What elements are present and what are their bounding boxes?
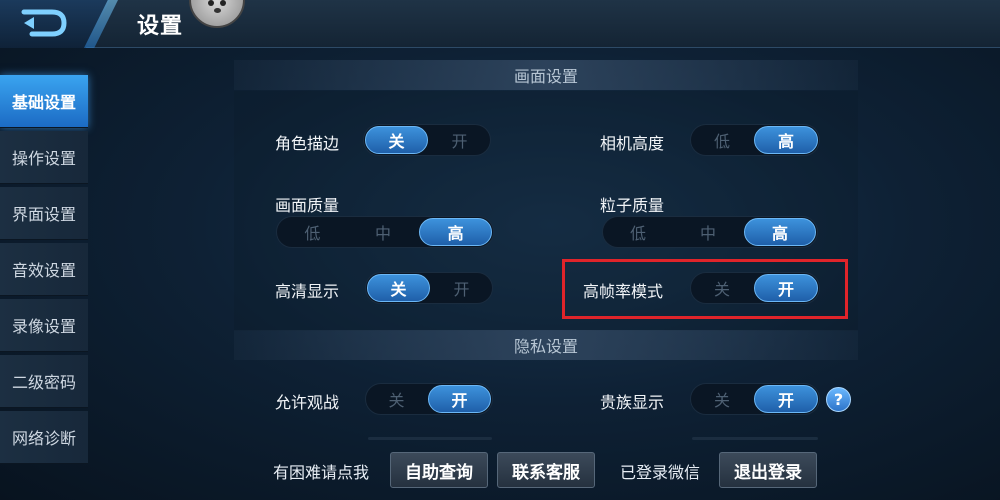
outline-option-off[interactable]: 关: [365, 126, 428, 154]
camera-height-option-low[interactable]: 低: [691, 126, 753, 154]
avatar-eye: [208, 0, 214, 6]
sidebar-item-sound-settings[interactable]: 音效设置: [0, 243, 88, 296]
camera-height-toggle[interactable]: 低 高: [690, 124, 820, 156]
hd-display-option-on[interactable]: 开: [431, 274, 492, 302]
sidebar-item-basic-settings[interactable]: 基础设置: [0, 75, 88, 128]
particle-quality-option-low[interactable]: 低: [603, 218, 673, 246]
page-title: 设置: [137, 14, 184, 39]
top-bar: 设置: [0, 0, 1000, 48]
camera-height-label: 相机高度: [600, 134, 665, 153]
sidebar-item-secondary-password[interactable]: 二级密码: [0, 355, 88, 408]
image-quality-option-medium[interactable]: 中: [348, 218, 419, 246]
sidebar-item-control-settings[interactable]: 操作设置: [0, 131, 88, 184]
image-quality-label: 画面质量: [275, 196, 340, 215]
sidebar-item-network-diagnosis[interactable]: 网络诊断: [0, 411, 88, 464]
wechat-login-status: 已登录微信: [620, 463, 701, 482]
help-text: 有困难请点我: [273, 463, 370, 482]
allow-spectate-toggle[interactable]: 关 开: [365, 383, 493, 415]
particle-quality-toggle[interactable]: 低 中 高: [602, 216, 818, 248]
outline-option-on[interactable]: 开: [429, 126, 490, 154]
particle-quality-option-medium[interactable]: 中: [673, 218, 743, 246]
image-quality-option-high[interactable]: 高: [419, 218, 493, 246]
particle-quality-option-high[interactable]: 高: [744, 218, 816, 246]
allow-spectate-option-on[interactable]: 开: [428, 385, 491, 413]
privacy-section-header: 隐私设置: [234, 330, 858, 360]
high-fps-highlight-box: [562, 259, 848, 319]
hd-display-option-off[interactable]: 关: [367, 274, 430, 302]
display-section-header: 画面设置: [234, 60, 858, 90]
noble-display-label: 贵族显示: [600, 393, 665, 412]
help-icon[interactable]: ?: [826, 387, 851, 412]
allow-spectate-label: 允许观战: [275, 393, 340, 412]
outline-label: 角色描边: [275, 134, 340, 153]
avatar-nose: [214, 8, 221, 13]
avatar[interactable]: [189, 0, 245, 28]
particle-quality-label: 粒子质量: [600, 196, 665, 215]
sidebar: 基础设置 操作设置 界面设置 音效设置 录像设置 二级密码 网络诊断: [0, 75, 88, 467]
sidebar-item-interface-settings[interactable]: 界面设置: [0, 187, 88, 240]
back-arrow-icon: [21, 9, 67, 37]
outline-toggle[interactable]: 关 开: [363, 124, 491, 156]
noble-display-option-on[interactable]: 开: [754, 385, 818, 413]
contact-service-button[interactable]: 联系客服: [497, 452, 595, 488]
camera-height-option-high[interactable]: 高: [754, 126, 818, 154]
logout-button[interactable]: 退出登录: [719, 452, 817, 488]
allow-spectate-option-off[interactable]: 关: [366, 385, 427, 413]
divider: [692, 437, 818, 440]
sidebar-item-replay-settings[interactable]: 录像设置: [0, 299, 88, 352]
self-service-button[interactable]: 自助查询: [390, 452, 488, 488]
image-quality-option-low[interactable]: 低: [277, 218, 348, 246]
image-quality-toggle[interactable]: 低 中 高: [276, 216, 494, 248]
hd-display-toggle[interactable]: 关 开: [365, 272, 493, 304]
noble-display-option-off[interactable]: 关: [691, 385, 753, 413]
avatar-eye: [220, 0, 226, 6]
noble-display-toggle[interactable]: 关 开: [690, 383, 820, 415]
hd-display-label: 高清显示: [275, 282, 340, 301]
divider: [368, 437, 492, 440]
